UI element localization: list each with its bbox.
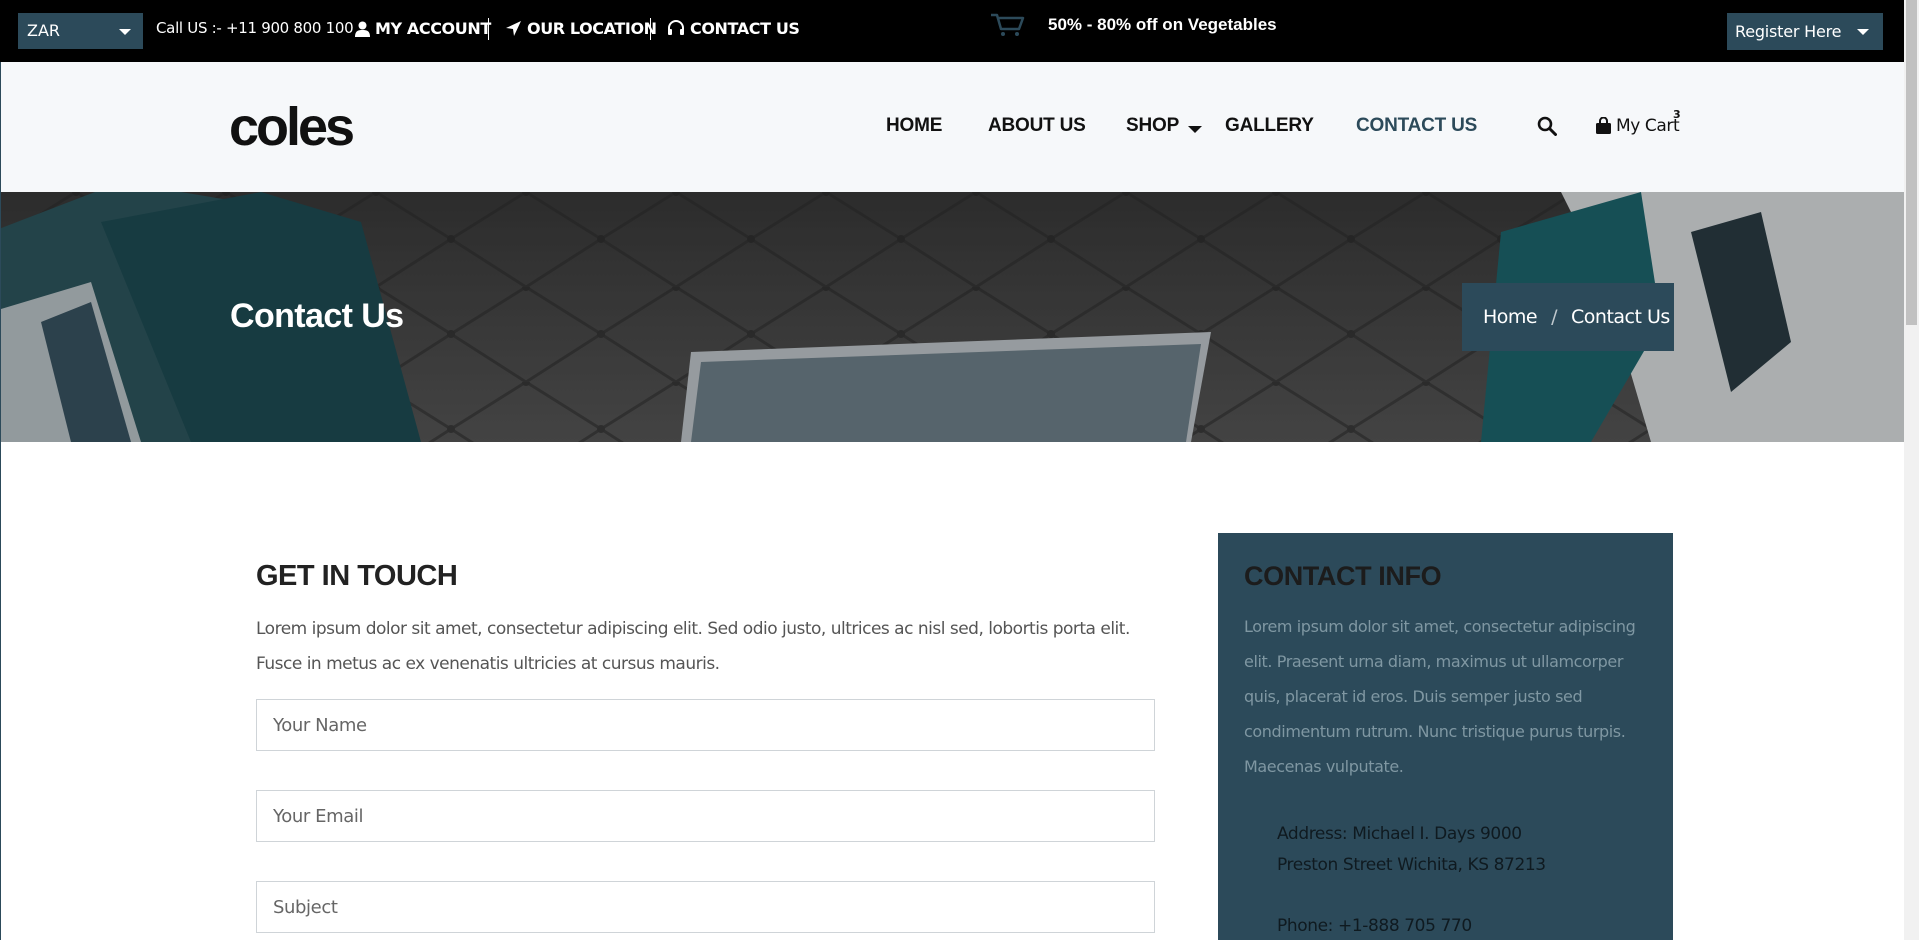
contact-info-title: CONTACT INFO: [1244, 561, 1442, 591]
nav-home[interactable]: HOME: [886, 115, 942, 137]
page-banner: Contact Us Home / Contact Us: [0, 192, 1904, 442]
logo[interactable]: coles: [229, 100, 355, 154]
chevron-down-icon: [1857, 29, 1869, 35]
breadcrumb: Home / Contact Us: [1462, 283, 1674, 351]
promo-banner: 50% - 80% off on Vegetables: [990, 12, 1277, 38]
cart-count-badge: 3: [1673, 108, 1681, 121]
cart-button[interactable]: My Cart: [1595, 116, 1680, 136]
shopping-bag-icon: [1596, 117, 1611, 134]
top-bar: ZAR Call US :- +11 900 800 100 MY ACCOUN…: [0, 0, 1904, 62]
user-icon: [355, 21, 370, 37]
email-field[interactable]: [256, 790, 1155, 842]
our-location-link[interactable]: OUR LOCATION: [505, 19, 657, 38]
currency-select[interactable]: ZAR: [18, 13, 143, 49]
contact-us-link[interactable]: CONTACT US: [667, 19, 800, 38]
register-label: Register Here: [1735, 22, 1842, 41]
divider: [650, 18, 651, 40]
contact-info-address: Address: Michael I. Days 9000 Preston St…: [1277, 824, 1546, 875]
get-in-touch-title: GET IN TOUCH: [256, 560, 458, 592]
chevron-down-icon[interactable]: [1188, 126, 1202, 133]
nav-contact-us[interactable]: CONTACT US: [1356, 115, 1477, 137]
cart-outline-icon: [991, 13, 1025, 36]
breadcrumb-separator: /: [1551, 306, 1558, 328]
name-field[interactable]: [256, 699, 1155, 751]
contact-info-description: Lorem ipsum dolor sit amet, consectetur …: [1244, 617, 1636, 776]
subject-field[interactable]: [256, 881, 1155, 933]
cart-label: My Cart: [1616, 116, 1680, 136]
main-content: GET IN TOUCH Lorem ipsum dolor sit amet,…: [0, 442, 1904, 940]
promo-text: 50% - 80% off on Vegetables: [1048, 15, 1277, 34]
scrollbar-thumb[interactable]: [1906, 0, 1917, 325]
currency-value: ZAR: [27, 21, 61, 40]
headset-icon: [668, 20, 684, 35]
call-us-text: Call US :- +11 900 800 100: [156, 19, 354, 37]
our-location-label: OUR LOCATION: [527, 19, 657, 38]
breadcrumb-current: Contact Us: [1571, 306, 1670, 328]
contact-us-label: CONTACT US: [690, 19, 800, 38]
chevron-down-icon: [119, 29, 131, 35]
page-title: Contact Us: [230, 297, 404, 335]
location-arrow-icon: [506, 21, 521, 36]
contact-info-panel: CONTACT INFO Lorem ipsum dolor sit amet,…: [1218, 533, 1673, 940]
nav-about-us[interactable]: ABOUT US: [988, 115, 1086, 137]
search-button[interactable]: [1537, 116, 1557, 140]
register-select[interactable]: Register Here: [1727, 13, 1883, 50]
get-in-touch-description: Lorem ipsum dolor sit amet, consectetur …: [256, 619, 1130, 674]
breadcrumb-home[interactable]: Home: [1483, 306, 1538, 328]
nav-shop[interactable]: SHOP: [1126, 115, 1179, 137]
search-icon: [1537, 116, 1557, 136]
nav-gallery[interactable]: GALLERY: [1225, 115, 1314, 137]
my-account-label: MY ACCOUNT: [375, 19, 491, 38]
my-account-link[interactable]: MY ACCOUNT: [355, 19, 491, 38]
site-header: coles HOME ABOUT US SHOP GALLERY CONTACT…: [0, 62, 1904, 192]
divider: [488, 18, 489, 40]
contact-info-phone: Phone: +1-888 705 770: [1277, 916, 1472, 936]
